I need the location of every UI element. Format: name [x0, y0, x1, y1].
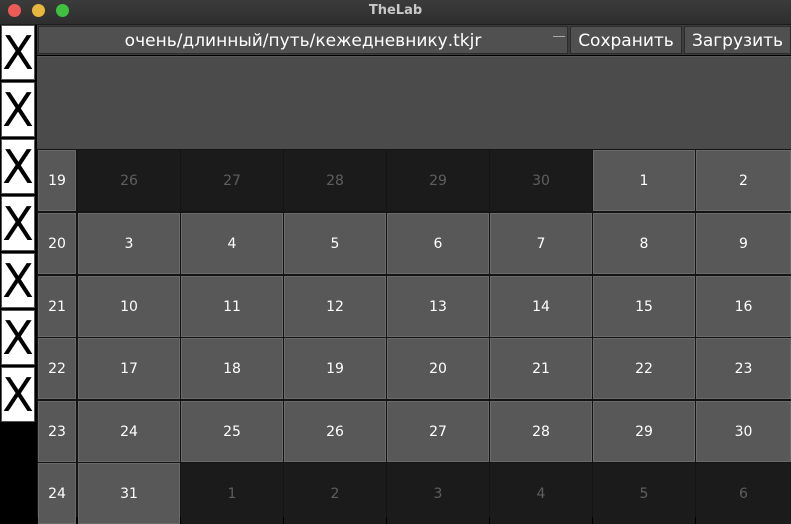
calendar-day[interactable]: 22 [593, 338, 695, 399]
calendar-day[interactable]: 30 [696, 401, 791, 462]
calendar-day[interactable]: 21 [490, 338, 592, 399]
calendar-day[interactable]: 8 [593, 213, 695, 274]
calendar-day-outside-month[interactable]: 3 [387, 463, 489, 524]
calendar-day[interactable]: 16 [696, 276, 791, 337]
calendar-day-outside-month[interactable]: 1 [181, 463, 283, 524]
calendar-day-outside-month[interactable]: 2 [284, 463, 386, 524]
calendar-day[interactable]: 28 [490, 401, 592, 462]
calendar-day[interactable]: 14 [490, 276, 592, 337]
sidebar-x-button-1[interactable]: X [1, 25, 35, 80]
calendar-day[interactable]: 5 [284, 213, 386, 274]
calendar-day[interactable]: 27 [387, 401, 489, 462]
week-number: 24 [38, 463, 76, 524]
calendar-day[interactable]: 31 [78, 463, 180, 524]
calendar-day[interactable]: 25 [181, 401, 283, 462]
sidebar-x-button-5[interactable]: X [1, 253, 35, 308]
week-number: 21 [38, 276, 76, 337]
calendar-day[interactable]: 7 [490, 213, 592, 274]
week-number: 19 [38, 150, 76, 211]
path-dash-marker [553, 36, 565, 37]
calendar-day-outside-month[interactable]: 6 [696, 463, 791, 524]
calendar-day[interactable]: 2 [696, 150, 791, 211]
calendar-day[interactable]: 24 [78, 401, 180, 462]
calendar-day[interactable]: 6 [387, 213, 489, 274]
save-button[interactable]: Сохранить [570, 26, 682, 54]
sidebar-x-button-7[interactable]: X [1, 367, 35, 422]
calendar-day[interactable]: 23 [696, 338, 791, 399]
calendar-day[interactable]: 19 [284, 338, 386, 399]
calendar-day[interactable]: 26 [284, 401, 386, 462]
sidebar-x-button-2[interactable]: X [1, 82, 35, 137]
calendar-day-outside-month[interactable]: 4 [490, 463, 592, 524]
calendar-day[interactable]: 18 [181, 338, 283, 399]
sidebar-x-button-6[interactable]: X [1, 310, 35, 365]
sidebar-x-button-4[interactable]: X [1, 196, 35, 251]
calendar-day[interactable]: 10 [78, 276, 180, 337]
title-bar: TheLab [0, 0, 791, 25]
toolbar: очень/длинный/путь/кежедневнику.tkjr Сох… [37, 25, 791, 55]
calendar-day-outside-month[interactable]: 30 [490, 150, 592, 211]
week-number: 20 [38, 213, 76, 274]
calendar-day[interactable]: 15 [593, 276, 695, 337]
sidebar-x-button-3[interactable]: X [1, 139, 35, 194]
calendar-day[interactable]: 20 [387, 338, 489, 399]
notes-area[interactable] [37, 56, 791, 149]
calendar-day[interactable]: 9 [696, 213, 791, 274]
calendar-day-outside-month[interactable]: 29 [387, 150, 489, 211]
calendar-day[interactable]: 11 [181, 276, 283, 337]
calendar-day-outside-month[interactable]: 5 [593, 463, 695, 524]
window-title: TheLab [368, 3, 423, 18]
load-button[interactable]: Загрузить [684, 26, 791, 54]
calendar-day[interactable]: 29 [593, 401, 695, 462]
calendar-day[interactable]: 13 [387, 276, 489, 337]
week-number: 23 [38, 401, 76, 462]
calendar-day[interactable]: 17 [78, 338, 180, 399]
calendar-day[interactable]: 12 [284, 276, 386, 337]
calendar-day[interactable]: 1 [593, 150, 695, 211]
calendar-day-outside-month[interactable]: 28 [284, 150, 386, 211]
calendar-day-outside-month[interactable]: 27 [181, 150, 283, 211]
week-number: 22 [38, 338, 76, 399]
calendar-grid: 19 26 27 28 29 30 1 2 20 3 4 5 6 7 8 9 21 10 11 12 13 14 15 16 2… [37, 149, 791, 524]
calendar-day[interactable]: 4 [181, 213, 283, 274]
file-path-field[interactable]: очень/длинный/путь/кежедневнику.tkjr [38, 26, 568, 54]
calendar-day[interactable]: 3 [78, 213, 180, 274]
calendar-day-outside-month[interactable]: 26 [78, 150, 180, 211]
